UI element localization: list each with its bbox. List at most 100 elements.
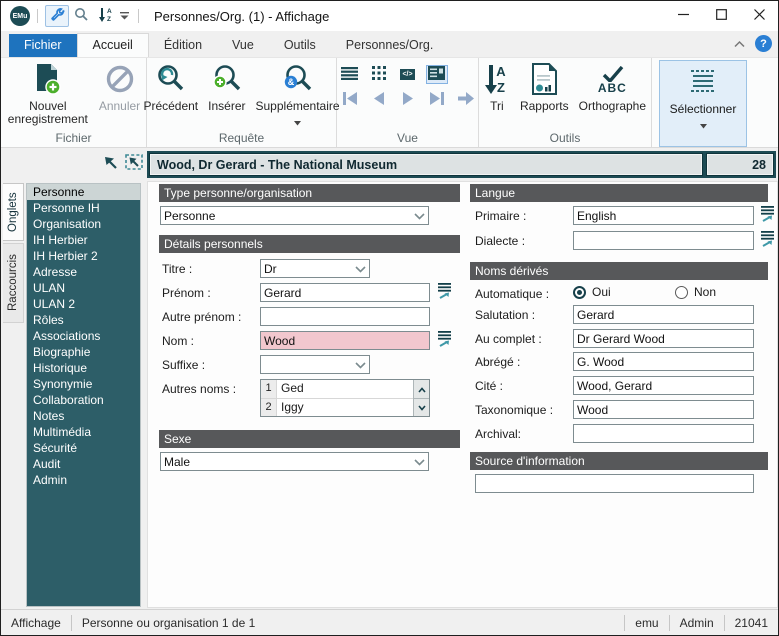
supplementary-search-button[interactable]: & Supplémentaire [251,59,345,129]
insert-search-button[interactable]: Insérer [203,59,250,113]
quick-sort-button[interactable]: AZ [93,5,117,27]
sidebar-item-ulan[interactable]: ULAN [27,280,140,296]
first-record-button[interactable] [339,90,361,109]
sidebar-item-adresse[interactable]: Adresse [27,264,140,280]
table-row[interactable]: 2 Iggy [261,398,413,417]
suffixe-dropdown[interactable] [260,355,370,374]
source-field[interactable] [475,474,754,493]
taxonomique-label: Taxonomique : [475,403,554,417]
sidebar-item-roles[interactable]: Rôles [27,312,140,328]
primaire-field[interactable] [573,206,754,225]
sidebar-item-securite[interactable]: Sécurité [27,440,140,456]
sidebar-item-personne[interactable]: Personne [27,184,140,200]
dialecte-field[interactable] [573,231,754,250]
sidebar-item-collaboration[interactable]: Collaboration [27,392,140,408]
prenom-field[interactable] [260,283,430,302]
help-button[interactable]: ? [755,35,772,52]
tab-fichier[interactable]: Fichier [9,34,77,57]
spellcheck-button[interactable]: ABC Orthographe [574,59,651,113]
collapse-ribbon-icon[interactable] [734,37,745,51]
minimize-button[interactable] [664,1,702,31]
qat-dropdown-button[interactable] [117,5,131,27]
tab-outils[interactable]: Outils [269,34,331,57]
list-view-button[interactable] [339,65,361,84]
svg-text:A: A [496,64,506,79]
sidebar-item-notes[interactable]: Notes [27,408,140,424]
select-button[interactable]: Sélectionner [659,60,747,147]
grid-scrollbar [413,380,429,416]
sidebar-item-associations[interactable]: Associations [27,328,140,344]
previous-search-button[interactable]: Précédent [138,59,203,113]
sidebar-item-ih-herbier-2[interactable]: IH Herbier 2 [27,248,140,264]
radio-oui[interactable]: Oui [573,285,611,299]
goto-record-button[interactable] [455,90,477,109]
taxonomique-field[interactable] [573,400,754,419]
salutation-field[interactable] [573,305,754,324]
code-view-button[interactable]: </> [397,65,419,84]
autres-noms-grid[interactable]: 1 Ged 2 Iggy [260,379,430,417]
reports-button[interactable]: Rapports [515,59,574,113]
lookup-list-icon[interactable] [436,330,452,348]
tab-vue[interactable]: Vue [217,34,269,57]
sidebar-item-biographie[interactable]: Biographie [27,344,140,360]
svg-text:Z: Z [107,16,111,23]
lookup-list-icon[interactable] [759,230,775,248]
side-tab-raccourcis[interactable]: Raccourcis [3,243,24,323]
row-value[interactable]: Iggy [277,399,413,417]
close-button[interactable] [740,1,778,31]
last-record-button[interactable] [426,90,448,109]
sidebar-item-admin[interactable]: Admin [27,472,140,488]
chevron-down-icon [294,115,302,129]
next-record-button[interactable] [397,90,419,109]
wrench-button[interactable] [45,5,69,27]
radio-button[interactable] [675,285,688,299]
side-tab-onglets[interactable]: Onglets [3,183,24,241]
group-label-requete: Requête [218,131,265,145]
tab-edition[interactable]: Édition [149,34,217,57]
archival-field[interactable] [573,424,754,443]
sidebar-item-organisation[interactable]: Organisation [27,216,140,232]
sidebar-item-multimedia[interactable]: Multimédia [27,424,140,440]
emu-logo: EMu [10,6,30,26]
table-row[interactable]: 1 Ged [261,380,413,399]
sidebar-item-audit[interactable]: Audit [27,456,140,472]
sort-button[interactable]: AZ Tri [479,59,515,113]
record-number: 28 [706,153,774,176]
quick-search-button[interactable] [69,5,93,27]
abrege-field[interactable] [573,352,754,371]
tab-personnes-org[interactable]: Personnes/Org. [331,34,449,57]
type-personne-dropdown[interactable]: Personne [160,206,429,225]
sidebar-item-personne-ih[interactable]: Personne IH [27,200,140,216]
au-complet-field[interactable] [573,329,754,348]
previous-record-button[interactable] [368,90,390,109]
maximize-button[interactable] [702,1,740,31]
radio-button[interactable] [573,285,586,299]
group-label-vue: Vue [397,131,418,145]
tab-accueil[interactable]: Accueil [76,33,149,57]
new-record-button[interactable]: Nouvel enregistrement [2,59,94,126]
scroll-up-button[interactable] [414,380,429,399]
sidebar-item-synonymie[interactable]: Synonymie [27,376,140,392]
titre-dropdown[interactable]: Dr [260,259,370,278]
sidebar-item-historique[interactable]: Historique [27,360,140,376]
sidebar-item-ulan-2[interactable]: ULAN 2 [27,296,140,312]
details-view-button[interactable] [425,65,448,84]
section-header-sexe: Sexe [159,430,460,448]
grid-view-button[interactable] [368,65,390,84]
autre-prenom-label: Autre prénom : [162,310,242,324]
attach-box-icon[interactable] [125,153,143,174]
maximize-icon [715,9,727,23]
autre-prenom-field[interactable] [260,307,430,326]
lookup-list-icon[interactable] [436,282,452,300]
row-value[interactable]: Ged [277,380,413,398]
grid-view-icon [371,66,386,83]
cite-field[interactable] [573,376,754,395]
sexe-dropdown[interactable]: Male [160,452,429,471]
scroll-down-button[interactable] [414,398,429,416]
record-form: Type personne/organisation Personne Déta… [147,181,778,608]
radio-non[interactable]: Non [675,285,716,299]
sidebar-item-ih-herbier[interactable]: IH Herbier [27,232,140,248]
attach-arrow-icon[interactable] [103,153,119,174]
nom-field[interactable] [260,331,430,350]
lookup-list-icon[interactable] [759,205,775,223]
